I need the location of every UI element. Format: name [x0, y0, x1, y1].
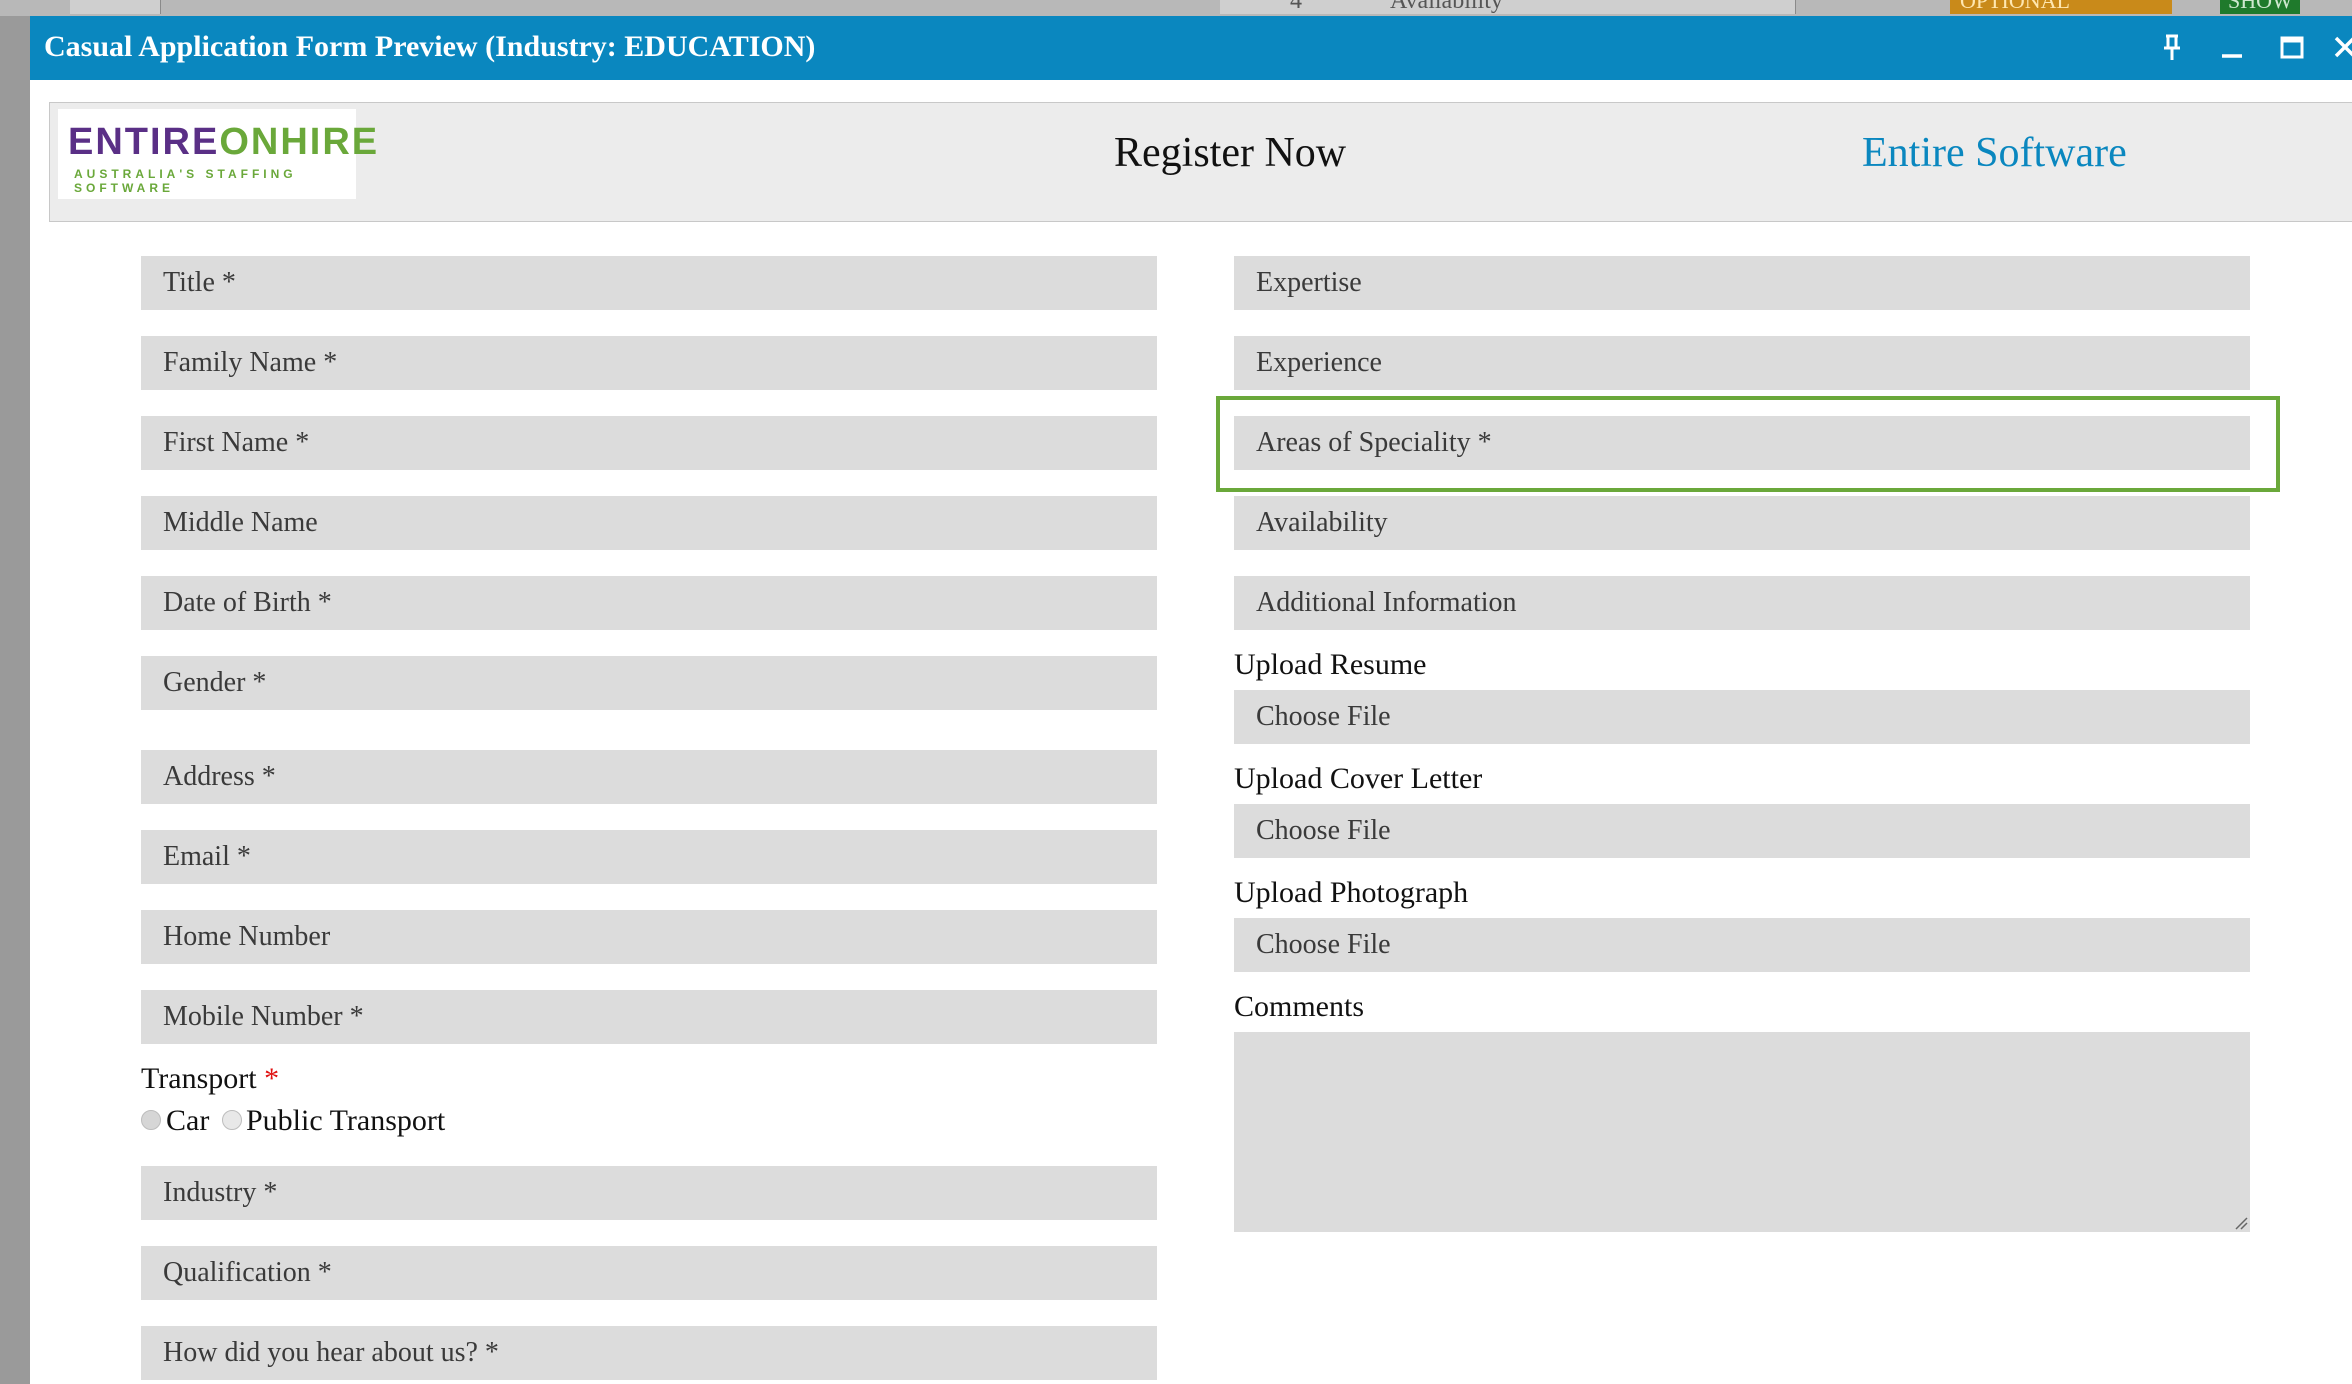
referral-source-field[interactable]: How did you hear about us? * — [141, 1326, 1157, 1380]
title-field[interactable]: Title * — [141, 256, 1157, 310]
entireonhire-logo: ENTIREONHIRE AUSTRALIA'S STAFFING SOFTWA… — [58, 109, 377, 199]
close-icon[interactable] — [2328, 30, 2352, 66]
transport-public-radio[interactable] — [222, 1110, 242, 1130]
maximize-icon[interactable] — [2274, 30, 2310, 66]
qualification-field[interactable]: Qualification * — [141, 1246, 1157, 1300]
additional-information-field[interactable]: Additional Information — [1234, 576, 2250, 630]
background-optional-badge: OPTIONAL — [1950, 0, 2172, 14]
register-now-heading: Register Now — [1114, 130, 1347, 176]
resize-grip-icon[interactable] — [2234, 1216, 2248, 1230]
upload-resume-button[interactable]: Choose File — [1234, 690, 2250, 744]
date-of-birth-field[interactable]: Date of Birth * — [141, 576, 1157, 630]
pin-icon[interactable] — [2154, 30, 2190, 66]
required-marker: * — [264, 1062, 280, 1095]
address-field[interactable]: Address * — [141, 750, 1157, 804]
comments-label: Comments — [1234, 990, 1365, 1023]
upload-photograph-label: Upload Photograph — [1234, 876, 1469, 909]
upload-cover-letter-label: Upload Cover Letter — [1234, 762, 1483, 795]
mobile-number-field[interactable]: Mobile Number * — [141, 990, 1157, 1044]
areas-of-speciality-field[interactable]: Areas of Speciality * — [1234, 416, 2250, 470]
background-number: 4 — [1290, 0, 1302, 14]
email-field[interactable]: Email * — [141, 830, 1157, 884]
dialog-title: Casual Application Form Preview (Industr… — [44, 30, 816, 63]
background-toolbar: 4 Availability OPTIONAL SHOW — [0, 0, 2352, 16]
experience-field[interactable]: Experience — [1234, 336, 2250, 390]
industry-field[interactable]: Industry * — [141, 1166, 1157, 1220]
family-name-field[interactable]: Family Name * — [141, 336, 1157, 390]
transport-car-radio[interactable] — [141, 1110, 161, 1130]
transport-label: Transport * — [141, 1062, 280, 1095]
comments-textarea[interactable] — [1234, 1032, 2250, 1232]
upload-cover-letter-button[interactable]: Choose File — [1234, 804, 2250, 858]
background-show-badge: SHOW — [2220, 0, 2300, 14]
middle-name-field[interactable]: Middle Name — [141, 496, 1157, 550]
transport-public-label[interactable]: Public Transport — [246, 1104, 445, 1138]
upload-resume-label: Upload Resume — [1234, 648, 1427, 681]
gender-field[interactable]: Gender * — [141, 656, 1157, 710]
dialog-titlebar[interactable]: Casual Application Form Preview (Industr… — [30, 16, 2352, 80]
background-availability-text: Availability — [1390, 0, 1503, 14]
application-form-dialog: Casual Application Form Preview (Industr… — [30, 16, 2352, 1384]
availability-field[interactable]: Availability — [1234, 496, 2250, 550]
upload-photograph-button[interactable]: Choose File — [1234, 918, 2250, 972]
home-number-field[interactable]: Home Number — [141, 910, 1157, 964]
minimize-icon[interactable] — [2214, 30, 2250, 66]
entire-software-link[interactable]: Entire Software — [1862, 129, 2127, 177]
form-header: ENTIREONHIRE AUSTRALIA'S STAFFING SOFTWA… — [49, 102, 2352, 222]
first-name-field[interactable]: First Name * — [141, 416, 1157, 470]
transport-car-label[interactable]: Car — [166, 1104, 209, 1138]
background-cell — [70, 0, 161, 14]
expertise-field[interactable]: Expertise — [1234, 256, 2250, 310]
